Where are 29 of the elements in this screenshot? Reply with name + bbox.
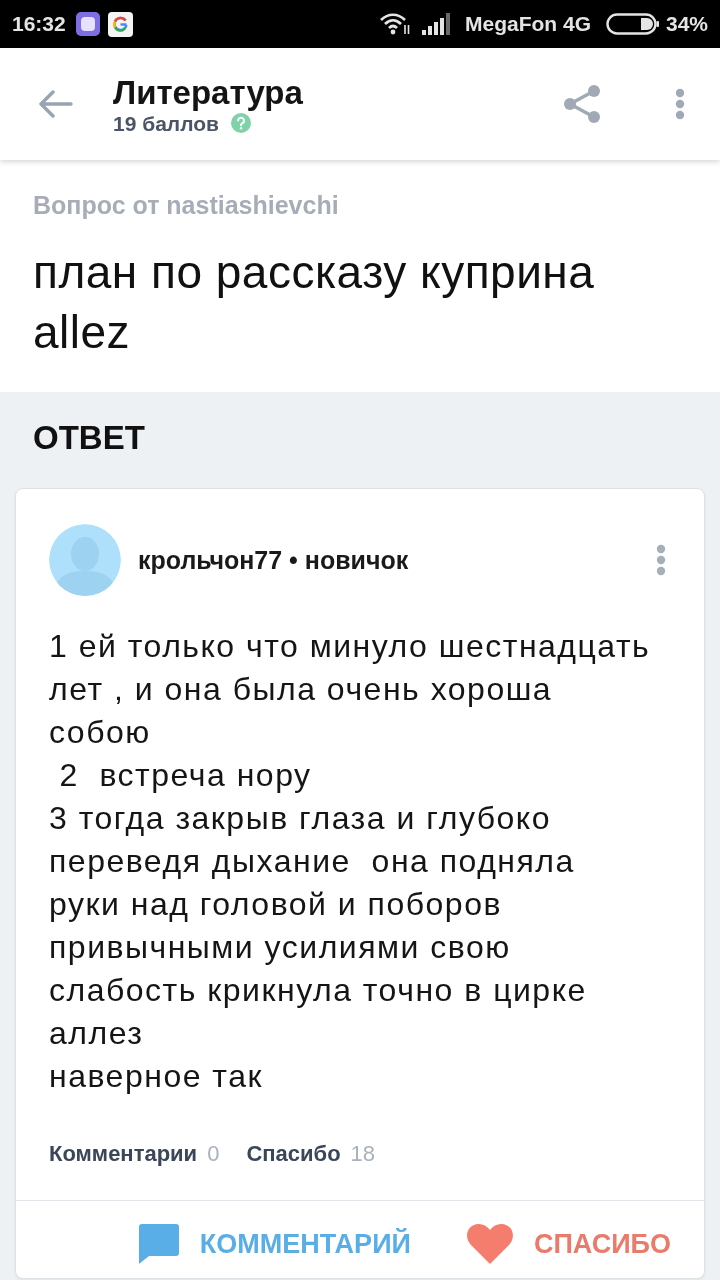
more-icon[interactable] (675, 88, 685, 120)
signal-icon (421, 13, 452, 35)
stat-count: 0 (207, 1141, 220, 1167)
author-line[interactable]: крольчон77 • новичок (138, 545, 409, 575)
user-avatar-icon (49, 524, 121, 596)
back-icon[interactable] (38, 90, 73, 118)
points-label: 19 баллов (113, 111, 219, 136)
thanks-button[interactable]: СПАСИБО (466, 1223, 671, 1264)
battery-percent: 34% (665, 11, 708, 37)
more-icon[interactable] (656, 544, 666, 576)
carrier-name: MegaFon 4G (464, 11, 591, 37)
status-time: 16:32 (12, 11, 66, 37)
app-icon (75, 12, 100, 36)
heart-icon (466, 1223, 513, 1264)
stat-label: Комментарии (49, 1141, 198, 1167)
question-text: план по рассказу куприна allez (33, 245, 596, 360)
share-icon[interactable] (562, 84, 602, 124)
subject-title: Литература (113, 74, 303, 111)
answer-text: 1 ей только что минуло шестнадцать лет , и она была очень хороша собою 2 встреча нору 3 тогда закрыв глаза и глубоко переведя дыхание она подняла руки над головой и поборов привычными усилиями свою слабость крикнула точно в цирке аллез наверное так (49, 627, 652, 1096)
answer-heading: ОТВЕТ (32, 420, 146, 456)
stat-label: Спасибо (246, 1141, 341, 1167)
comment-icon (138, 1223, 179, 1264)
wifi-icon (378, 12, 410, 36)
question-byline: Вопрос от nastiashievchi (33, 190, 340, 220)
battery-icon (605, 13, 659, 35)
app-icon (107, 11, 133, 37)
help-icon[interactable] (231, 113, 251, 133)
comment-button[interactable]: КОММЕНТАРИЙ (138, 1223, 411, 1264)
stat-count: 18 (350, 1141, 376, 1167)
